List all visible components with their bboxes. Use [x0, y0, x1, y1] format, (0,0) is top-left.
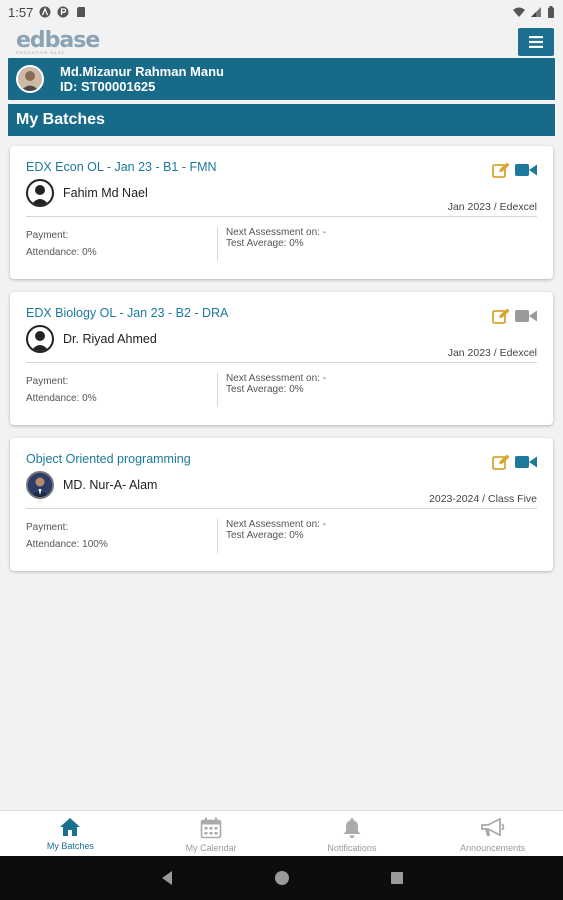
default-user-icon: [31, 185, 49, 205]
profile-header: Md.Mizanur Rahman Manu ID: ST00001625: [8, 58, 555, 100]
test-average: Test Average: 0%: [226, 530, 304, 541]
divider: [26, 362, 537, 363]
attendance-value: Attendance: 0%: [26, 247, 97, 258]
page-title: My Batches: [8, 104, 555, 136]
video-icon[interactable]: [515, 309, 537, 323]
sd-card-icon: [77, 7, 86, 17]
payment-label: Payment:: [26, 230, 69, 241]
wifi-icon: [513, 7, 525, 17]
user-id: ID: ST00001625: [60, 79, 156, 94]
app-p-icon: [57, 6, 69, 18]
attendance-value: Attendance: 0%: [26, 393, 97, 404]
system-navigation-bar: [0, 856, 563, 900]
edit-icon[interactable]: [492, 454, 510, 470]
edit-icon[interactable]: [492, 308, 510, 324]
user-photo-icon: [18, 67, 42, 91]
teacher-name: Dr. Riyad Ahmed: [63, 332, 157, 346]
megaphone-icon: [480, 817, 505, 837]
batch-title[interactable]: EDX Biology OL - Jan 23 - B2 - DRA: [26, 306, 537, 320]
nav-label: My Batches: [46, 841, 94, 851]
video-icon[interactable]: [515, 455, 537, 469]
video-icon[interactable]: [515, 163, 537, 177]
batch-title[interactable]: Object Oriented programming: [26, 452, 537, 466]
nav-label: My Calendar: [185, 843, 237, 853]
app-a-icon: [39, 6, 51, 18]
user-avatar[interactable]: [16, 65, 44, 93]
nav-label: Notifications: [327, 843, 377, 853]
signal-icon: [531, 7, 541, 17]
batch-session: 2023-2024 / Class Five: [429, 493, 537, 505]
recents-icon[interactable]: [390, 871, 404, 885]
next-assessment: Next Assessment on: -: [226, 519, 327, 530]
divider: [26, 216, 537, 217]
payment-label: Payment:: [26, 522, 69, 533]
home-circle-icon[interactable]: [274, 870, 290, 886]
teacher-name: Fahim Md Nael: [63, 186, 148, 200]
nav-notifications[interactable]: Notifications: [282, 811, 423, 856]
status-time: 1:57: [8, 4, 34, 20]
back-icon[interactable]: [160, 870, 174, 886]
next-assessment: Next Assessment on: -: [226, 373, 327, 384]
batch-title[interactable]: EDX Econ OL - Jan 23 - B1 - FMN: [26, 160, 537, 174]
batch-card[interactable]: EDX Econ OL - Jan 23 - B1 - FMN Fahim Md…: [10, 146, 553, 279]
batch-card[interactable]: EDX Biology OL - Jan 23 - B2 - DRA Dr. R…: [10, 292, 553, 425]
menu-button[interactable]: [518, 28, 554, 56]
battery-icon: [548, 6, 554, 18]
batch-card[interactable]: Object Oriented programming MD. Nur-A- A…: [10, 438, 553, 571]
bell-icon: [343, 818, 361, 838]
nav-my-calendar[interactable]: My Calendar: [141, 811, 282, 856]
hamburger-icon: [529, 36, 543, 48]
batch-session: Jan 2023 / Edexcel: [447, 347, 537, 359]
nav-my-batches[interactable]: My Batches: [0, 811, 141, 856]
nav-announcements[interactable]: Announcements: [422, 811, 563, 856]
batch-list: EDX Econ OL - Jan 23 - B1 - FMN Fahim Md…: [0, 136, 563, 571]
nav-label: Announcements: [460, 843, 526, 853]
app-logo: edbase EDUCATION BASE: [16, 27, 100, 55]
teacher-name: MD. Nur-A- Alam: [63, 478, 158, 492]
status-bar: 1:57: [0, 0, 563, 24]
batch-session: Jan 2023 / Edexcel: [447, 201, 537, 213]
logo-text: edbase: [16, 27, 100, 53]
calendar-icon: [200, 817, 222, 839]
user-name: Md.Mizanur Rahman Manu: [60, 64, 224, 79]
teacher-avatar: [26, 471, 54, 499]
bottom-navigation: My Batches My Calendar Notifications Ann…: [0, 810, 563, 856]
logo-subtitle: EDUCATION BASE: [16, 49, 66, 55]
next-assessment: Next Assessment on: -: [226, 227, 327, 238]
app-bar: edbase EDUCATION BASE: [0, 24, 563, 60]
teacher-photo-icon: [28, 473, 52, 497]
test-average: Test Average: 0%: [226, 238, 304, 249]
test-average: Test Average: 0%: [226, 384, 304, 395]
payment-label: Payment:: [26, 376, 69, 387]
attendance-value: Attendance: 100%: [26, 539, 108, 550]
default-user-icon: [31, 331, 49, 351]
teacher-avatar: [26, 179, 54, 207]
edit-icon[interactable]: [492, 162, 510, 178]
divider: [26, 508, 537, 509]
home-icon: [60, 818, 81, 836]
teacher-avatar: [26, 325, 54, 353]
